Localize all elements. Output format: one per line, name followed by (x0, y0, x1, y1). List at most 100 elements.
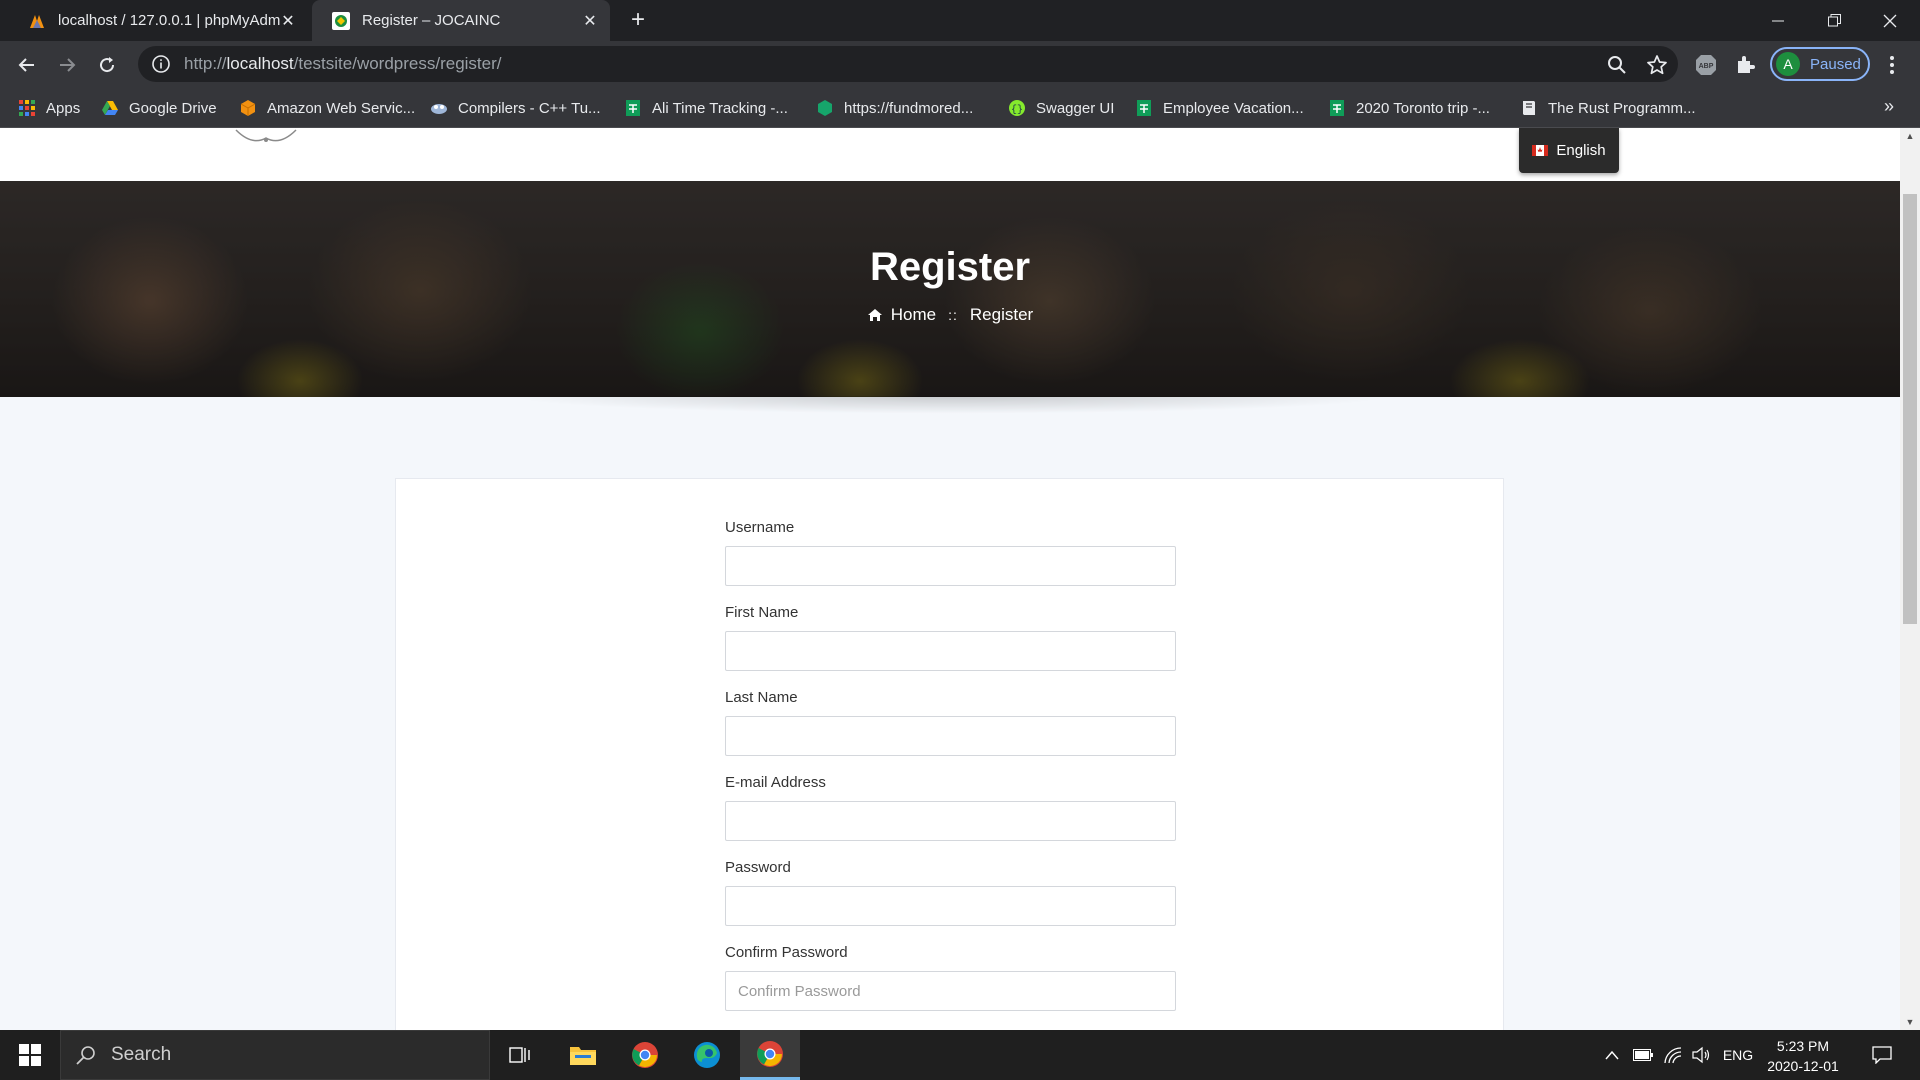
svg-text:ABP: ABP (1699, 63, 1714, 70)
battery-indicator[interactable] (1630, 1030, 1656, 1080)
action-center-button[interactable] (1862, 1030, 1902, 1080)
taskbar-chrome-active[interactable] (740, 1030, 800, 1080)
taskbar-search-placeholder: Search (111, 1044, 172, 1065)
input-language[interactable]: ENG (1718, 1030, 1758, 1080)
windows-logo-icon (19, 1044, 41, 1066)
start-button[interactable] (0, 1030, 60, 1080)
show-hidden-icons-button[interactable] (1600, 1030, 1624, 1080)
bookmark-aws[interactable]: Amazon Web Servic... (239, 88, 415, 128)
reload-icon (100, 57, 115, 73)
confirm-password-input[interactable] (725, 971, 1176, 1011)
profile-button[interactable]: A Paused (1770, 47, 1870, 81)
info-icon[interactable] (150, 53, 172, 75)
clock-time: 5:23 PM (1776, 1038, 1830, 1054)
back-button[interactable] (11, 49, 43, 81)
bookmark-label: Compilers - C++ Tu... (458, 99, 601, 117)
close-icon (1883, 14, 1897, 27)
bookmark-star-icon[interactable] (1646, 54, 1668, 76)
wifi-icon (1664, 1047, 1682, 1064)
bookmark-ali-time-tracking[interactable]: Ali Time Tracking -... (624, 88, 788, 128)
home-icon (867, 309, 882, 321)
bookmark-compilers[interactable]: Compilers - C++ Tu... (430, 88, 601, 128)
page-scrollbar[interactable]: ▲ ▼ (1900, 128, 1920, 1030)
scrollbar-thumb[interactable] (1903, 194, 1917, 624)
bookmark-label: https://fundmored... (844, 99, 974, 117)
bookmark-label: Amazon Web Servic... (267, 99, 416, 117)
arrow-left-icon (18, 58, 34, 72)
breadcrumb-separator: :: (948, 307, 958, 323)
reload-button[interactable] (91, 49, 123, 81)
taskbar-chrome[interactable] (615, 1030, 675, 1080)
volume-indicator[interactable] (1688, 1030, 1714, 1080)
bookmark-label: Employee Vacation... (1163, 99, 1304, 117)
close-tab-icon[interactable]: ✕ (280, 11, 296, 31)
bookmark-toronto-trip[interactable]: 2020 Toronto trip -... (1328, 88, 1490, 128)
network-indicator[interactable] (1660, 1030, 1686, 1080)
bookmark-rust-book[interactable]: The Rust Programm... (1520, 88, 1696, 128)
chrome-icon (632, 1042, 658, 1068)
site-header: English (0, 128, 1900, 181)
bookmark-label: 2020 Toronto trip -... (1356, 99, 1490, 117)
site-logo[interactable] (232, 128, 300, 146)
taskbar-search-box[interactable]: Search (60, 1030, 490, 1080)
bookmark-apps[interactable]: Apps (18, 88, 80, 128)
last-name-label: Last Name (725, 689, 798, 706)
task-view-button[interactable] (490, 1030, 550, 1080)
bookmark-google-drive[interactable]: Google Drive (101, 88, 217, 128)
bookmark-label: Swagger UI (1036, 99, 1115, 117)
zoom-icon[interactable] (1606, 54, 1628, 76)
avatar: A (1776, 52, 1800, 76)
more-menu-icon[interactable] (1884, 53, 1900, 77)
url-host: localhost (226, 54, 294, 73)
taskbar-edge[interactable] (677, 1030, 737, 1080)
bookmarks-overflow-button[interactable]: » (1884, 96, 1894, 117)
confirm-password-label: Confirm Password (725, 944, 848, 961)
task-view-icon (509, 1047, 530, 1063)
bookmark-label: Google Drive (129, 99, 217, 117)
forward-button[interactable] (51, 49, 83, 81)
new-tab-button[interactable]: + (624, 6, 652, 34)
battery-icon (1633, 1049, 1653, 1061)
restore-button[interactable] (1806, 0, 1862, 41)
tab-register[interactable]: Register – JOCAINC ✕ (312, 0, 610, 41)
bookmark-fundmore[interactable]: https://fundmored... (816, 88, 973, 128)
windows-taskbar: Search ENG 5:23 PM 2020-12-01 (0, 1030, 1920, 1080)
restore-icon (1827, 14, 1841, 27)
bookmark-swagger[interactable]: {} Swagger UI (1008, 88, 1114, 128)
page-viewport: English Register Home :: Register Userna… (0, 128, 1900, 1030)
close-tab-icon[interactable]: ✕ (582, 11, 598, 31)
scroll-down-arrow-icon[interactable]: ▼ (1900, 1014, 1920, 1030)
folder-icon (570, 1047, 596, 1065)
taskbar-file-explorer[interactable] (553, 1030, 613, 1080)
browser-toolbar: http://localhost/testsite/wordpress/regi… (0, 41, 1920, 88)
notification-icon (1872, 1046, 1892, 1064)
fundmore-icon (818, 100, 832, 116)
last-name-input[interactable] (725, 716, 1176, 756)
password-label: Password (725, 859, 791, 876)
tab-title: Register – JOCAINC (362, 12, 501, 29)
language-switcher[interactable]: English (1519, 128, 1619, 173)
svg-text:{}: {} (1011, 104, 1023, 116)
adblock-plus-icon[interactable]: ABP (1694, 53, 1718, 77)
first-name-input[interactable] (725, 631, 1176, 671)
extensions-puzzle-icon[interactable] (1734, 53, 1758, 77)
address-bar[interactable]: http://localhost/testsite/wordpress/regi… (138, 46, 1678, 82)
compilers-icon (431, 104, 447, 114)
phpmyadmin-icon (30, 14, 44, 28)
tab-phpmyadmin[interactable]: localhost / 127.0.0.1 | phpMyAdmin ✕ (8, 0, 308, 41)
google-drive-icon (102, 101, 118, 115)
register-form-card: Username First Name Last Name E-mail Add… (395, 478, 1504, 1030)
password-input[interactable] (725, 886, 1176, 926)
username-label: Username (725, 519, 795, 536)
system-clock[interactable]: 5:23 PM 2020-12-01 (1760, 1036, 1846, 1076)
bookmark-label: Apps (46, 99, 81, 117)
close-window-button[interactable] (1862, 0, 1918, 41)
username-input[interactable] (725, 546, 1176, 586)
bookmark-employee-vacation[interactable]: Employee Vacation... (1135, 88, 1304, 128)
scroll-up-arrow-icon[interactable]: ▲ (1900, 128, 1920, 144)
breadcrumb-home-link[interactable]: Home (891, 305, 936, 325)
minimize-button[interactable] (1750, 0, 1806, 41)
email-input[interactable] (725, 801, 1176, 841)
browser-tab-strip: localhost / 127.0.0.1 | phpMyAdmin ✕ Reg… (0, 0, 1920, 41)
breadcrumb-current: Register (969, 305, 1034, 324)
